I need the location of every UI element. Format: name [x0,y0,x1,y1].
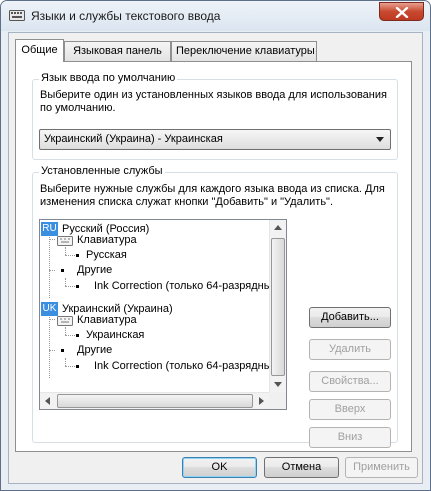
tree-connector [49,239,55,240]
tree-connector [65,247,66,255]
add-button[interactable]: Добавить... [309,307,391,328]
tree-item-label: Клавиатура [77,314,137,326]
move-down-button[interactable]: Вниз [309,427,391,448]
chevron-down-icon [376,137,384,142]
tree-connector [65,286,75,287]
tree-connector [49,270,55,271]
bullet-icon [76,285,79,288]
default-language-select[interactable]: Украинский (Украина) - Украинская [39,129,391,150]
tree-connector [49,234,50,298]
bullet-icon [76,365,79,368]
horizontal-scroll-thumb[interactable] [57,394,253,408]
scrollbar-corner [269,392,286,409]
tree-item-label: Другие [77,344,113,356]
title-bar[interactable]: Языки и службы текстового ввода [1,1,430,31]
tree-item-label: Клавиатура [77,234,137,246]
tree-connector [49,319,55,320]
services-tree[interactable]: RU Русский (Россия) Клавиатура Русская Д… [39,219,287,410]
installed-services-description: Выберите нужные службы для каждого языка… [40,183,385,209]
apply-button[interactable]: Применить [345,457,418,478]
tree-connector [65,327,66,335]
default-language-description: Выберите один из установленных языков вв… [40,89,387,115]
dialog-window: Языки и службы текстового ввода Общие Яз… [0,0,431,491]
installed-services-description-line: Выберите нужные службы для каждого языка… [40,183,385,195]
keyboard-icon [57,316,73,326]
tab-language-bar[interactable]: Языковая панель [64,41,171,61]
vertical-scroll-thumb[interactable] [271,238,285,376]
default-language-legend: Язык ввода по умолчанию [39,72,178,84]
tab-language-bar-label: Языковая панель [73,45,162,57]
language-badge: UK [41,302,58,316]
window-title: Языки и службы текстового ввода [31,9,221,23]
tree-item-label: Русская [86,249,127,261]
tree-connector [65,358,66,366]
default-language-description-line: Выберите один из установленных языков вв… [40,89,387,101]
tree-connector [49,350,55,351]
dialog-client-area: Общие Языковая панель Переключение клави… [8,32,423,484]
bullet-icon [76,254,79,257]
move-up-button[interactable]: Вверх [309,399,391,420]
tree-connector [65,335,75,336]
tree-connector [65,278,66,286]
default-language-description-line: по умолчанию. [40,102,116,114]
tab-keyboard-switch-label: Переключение клавиатуры [176,45,315,57]
scroll-left-icon[interactable] [45,397,50,405]
language-badge: RU [41,222,58,236]
installed-services-legend: Установленные службы [39,165,165,177]
tree-item-label: Украинская [86,329,145,341]
close-button[interactable] [379,2,424,21]
tree-connector [49,314,50,378]
tab-general[interactable]: Общие [15,39,64,62]
remove-button[interactable]: Удалить [309,339,391,360]
tab-keyboard-switch[interactable]: Переключение клавиатуры [171,41,317,61]
general-tab-panel: Язык ввода по умолчанию Выберите один из… [15,61,412,452]
scroll-up-icon[interactable] [274,225,282,230]
scroll-down-icon[interactable] [274,382,282,387]
default-language-group: Язык ввода по умолчанию Выберите один из… [32,72,398,160]
tab-general-label: Общие [21,44,58,56]
installed-services-group: Установленные службы Выберите нужные слу… [32,165,398,448]
bullet-icon [61,349,64,352]
properties-button[interactable]: Свойства... [309,371,391,392]
default-language-value: Украинский (Украина) - Украинская [44,133,223,145]
keyboard-app-icon [9,10,25,21]
tree-connector [65,255,75,256]
tree-item-label: Другие [77,264,113,276]
vertical-scrollbar[interactable] [269,220,286,392]
tree-connector [65,366,75,367]
bullet-icon [76,334,79,337]
tree-item-label: Ink Correction (только 64-разрядны [94,280,272,292]
ok-button[interactable]: OK [182,457,257,478]
horizontal-scrollbar[interactable] [40,392,269,409]
installed-services-description-line: изменения списка служат кнопки "Добавить… [40,196,334,208]
keyboard-icon [57,236,73,246]
close-icon [395,7,409,18]
bullet-icon [61,269,64,272]
cancel-button[interactable]: Отмена [264,457,339,478]
tree-item-label: Ink Correction (только 64-разрядны [94,360,272,372]
scroll-right-icon[interactable] [259,397,264,405]
